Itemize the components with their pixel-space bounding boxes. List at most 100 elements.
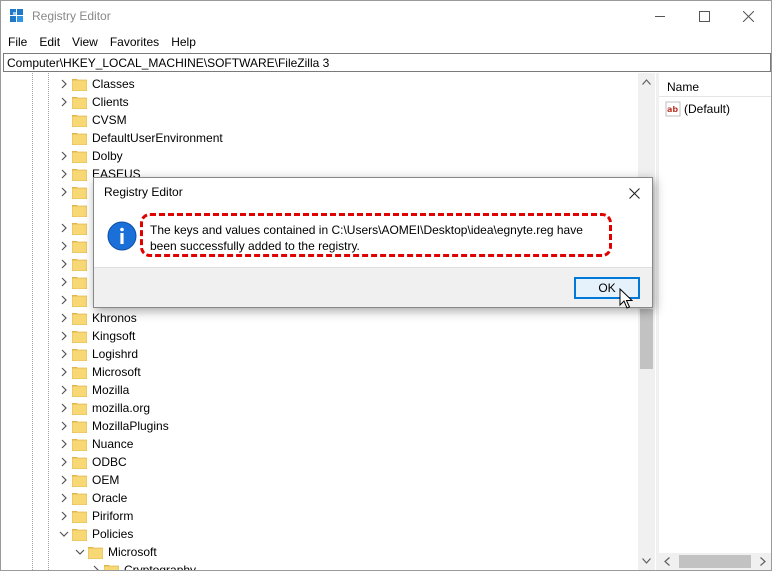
tree-vertical-scrollbar[interactable] [638,73,655,570]
tree-item[interactable]: Piriform [2,507,638,525]
tree-item[interactable]: MozillaPlugins [2,417,638,435]
maximize-icon [698,11,710,22]
close-icon [628,187,640,199]
chevron-right-icon[interactable] [59,330,69,342]
tree-item[interactable]: Logishrd [2,345,638,363]
tree-item[interactable]: OEM [2,471,638,489]
registry-editor-window: Registry Editor File Edit View Favorites… [0,0,772,571]
tree-item[interactable]: Microsoft [2,543,638,561]
mouse-pointer-icon [619,288,633,309]
svg-text:ab: ab [667,105,678,114]
chevron-right-icon[interactable] [59,258,69,270]
chevron-right-icon[interactable] [59,168,69,180]
scroll-up-arrow-icon[interactable] [642,79,651,85]
chevron-right-icon[interactable] [59,492,69,504]
menu-help[interactable]: Help [165,32,202,52]
scroll-down-arrow-icon[interactable] [642,558,651,564]
address-path[interactable]: Computer\HKEY_LOCAL_MACHINE\SOFTWARE\Fil… [7,56,329,70]
chevron-right-icon[interactable] [59,474,69,486]
information-icon [107,221,137,251]
chevron-right-icon[interactable] [59,96,69,108]
chevron-right-icon[interactable] [59,186,69,198]
value-row-default[interactable]: ab (Default) [665,100,771,118]
scroll-right-arrow-icon[interactable] [760,557,766,566]
tree-item[interactable]: Khronos [2,309,638,327]
chevron-right-icon[interactable] [59,402,69,414]
chevron-down-icon[interactable] [75,546,85,558]
maximize-button[interactable] [681,1,727,32]
tree-item-label: MozillaPlugins [92,419,169,433]
chevron-right-icon[interactable] [59,420,69,432]
folder-icon [72,385,87,397]
address-bar[interactable]: Computer\HKEY_LOCAL_MACHINE\SOFTWARE\Fil… [3,53,771,72]
chevron-right-icon[interactable] [59,150,69,162]
tree-item[interactable]: Cryptography [2,561,638,570]
folder-icon [72,97,87,109]
chevron-right-icon[interactable] [59,276,69,288]
tree-item[interactable]: mozilla.org [2,399,638,417]
title-bar[interactable]: Registry Editor [1,1,771,32]
close-button[interactable] [725,1,771,32]
minimize-icon [654,16,665,17]
values-list-pane[interactable]: Name ab (Default) [659,73,771,570]
chevron-right-icon[interactable] [91,564,101,570]
tree-item-label: Classes [92,77,135,91]
folder-icon [72,169,87,181]
chevron-right-icon[interactable] [59,312,69,324]
chevron-right-icon[interactable] [59,510,69,522]
values-scroll-thumb[interactable] [679,555,751,568]
chevron-right-icon[interactable] [59,438,69,450]
tree-item[interactable]: Oracle [2,489,638,507]
tree-item[interactable]: Nuance [2,435,638,453]
tree-item-label: Clients [92,95,129,109]
key-tree-pane[interactable]: Classes Clients CVSM DefaultUserEnvironment… [2,73,655,570]
folder-icon [72,133,87,145]
chevron-right-icon[interactable] [59,456,69,468]
chevron-down-icon[interactable] [59,528,69,540]
values-horizontal-scrollbar[interactable] [659,553,771,570]
tree-item[interactable]: ODBC [2,453,638,471]
dialog-footer: OK [94,267,652,309]
menu-bar: File Edit View Favorites Help [1,32,771,52]
tree-item[interactable]: Mozilla [2,381,638,399]
tree-item[interactable]: Dolby [2,147,638,165]
tree-item[interactable]: Policies [2,525,638,543]
tree-item[interactable]: Microsoft [2,363,638,381]
folder-icon [72,403,87,415]
scroll-left-arrow-icon[interactable] [664,557,670,566]
message-highlight-box: The keys and values contained in C:\User… [140,213,612,257]
tree-item[interactable]: Kingsoft [2,327,638,345]
tree-item-label: Nuance [92,437,134,451]
tree-item-label: Cryptography [124,563,197,570]
folder-icon [72,277,87,289]
menu-file[interactable]: File [1,32,33,52]
import-success-dialog: Registry Editor The keys and values cont… [93,177,653,309]
tree-item[interactable]: DefaultUserEnvironment [2,129,638,147]
menu-view[interactable]: View [66,32,104,52]
name-column-label: Name [667,80,700,94]
dialog-close-button[interactable] [624,183,644,203]
tree-item-label: Logishrd [92,347,139,361]
tree-scroll-thumb[interactable] [640,309,653,369]
chevron-right-icon[interactable] [59,366,69,378]
tree-item-label: ODBC [92,455,127,469]
tree-item[interactable]: Clients [2,93,638,111]
folder-icon [88,547,103,559]
folder-icon [72,295,87,307]
chevron-right-icon[interactable] [59,222,69,234]
tree-item[interactable]: CVSM [2,111,638,129]
name-column-header[interactable]: Name [659,73,771,97]
chevron-right-icon[interactable] [59,294,69,306]
menu-edit[interactable]: Edit [33,32,66,52]
minimize-button[interactable] [637,1,683,32]
menu-favorites[interactable]: Favorites [104,32,165,52]
value-name: (Default) [684,102,731,116]
chevron-right-icon[interactable] [59,240,69,252]
chevron-right-icon[interactable] [59,78,69,90]
close-icon [742,11,754,22]
chevron-right-icon[interactable] [59,348,69,360]
folder-icon [72,493,87,505]
tree-item[interactable]: Classes [2,75,638,93]
chevron-right-icon[interactable] [59,384,69,396]
tree-item-label: Dolby [92,149,123,163]
